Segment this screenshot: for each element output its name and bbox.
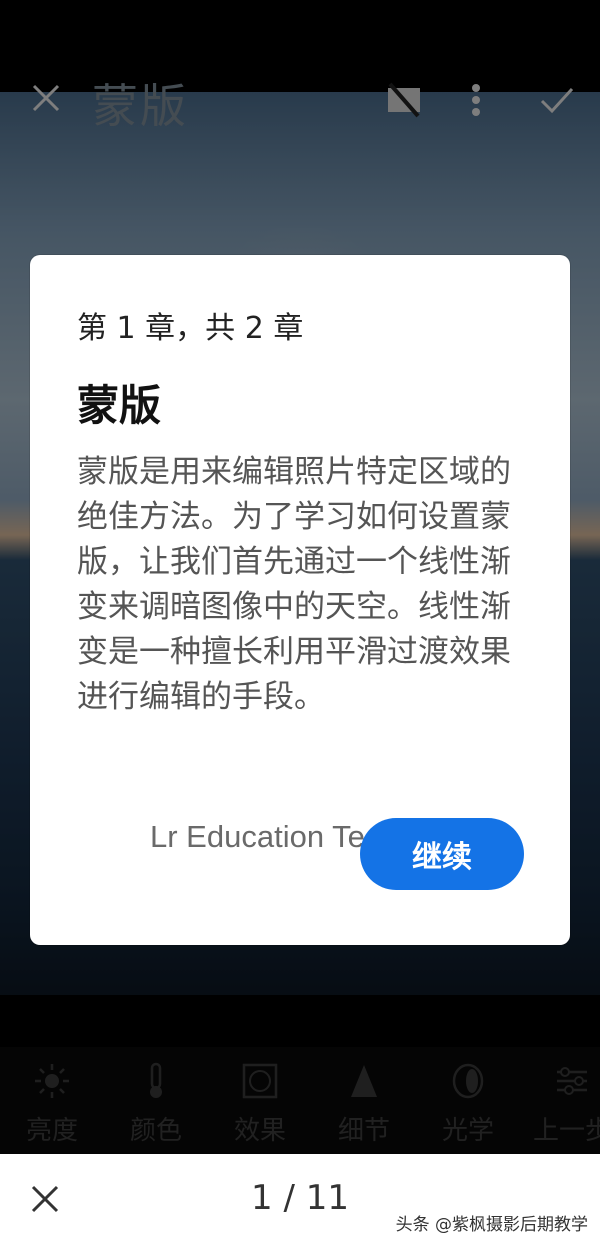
chapter-indicator: 第 1 章，共 2 章: [77, 311, 304, 346]
bottom-bar: 1 / 11 头条 @紫枫摄影后期教学: [0, 1154, 600, 1244]
watermark-text: 头条 @紫枫摄影后期教学: [395, 1215, 588, 1235]
continue-button[interactable]: 继续: [360, 818, 524, 890]
dialog-title: 蒙版: [77, 381, 162, 430]
tutorial-dialog: 第 1 章，共 2 章 蒙版 蒙版是用来编辑照片特定区域的绝佳方法。为了学习如何…: [30, 255, 570, 945]
dialog-body: 蒙版是用来编辑照片特定区域的绝佳方法。为了学习如何设置蒙版，让我们首先通过一个线…: [77, 454, 511, 715]
